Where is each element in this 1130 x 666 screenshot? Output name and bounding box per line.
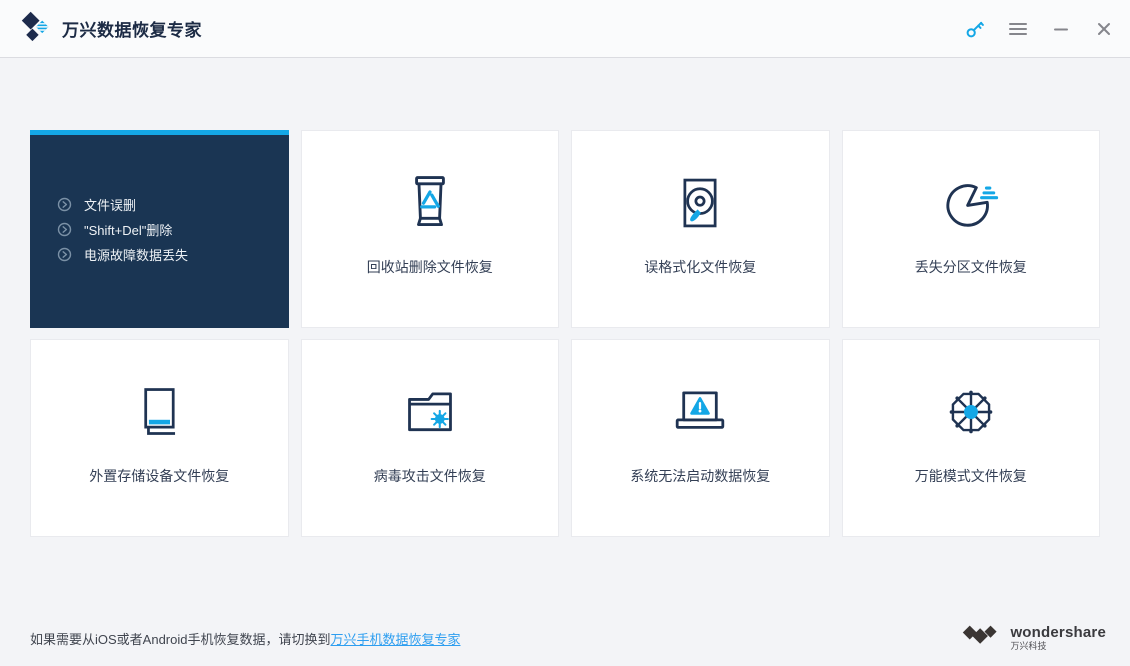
minimize-icon[interactable] (1051, 19, 1071, 39)
footer: 如果需要从iOS或者Android手机恢复数据，请切换到万兴手机数据恢复专家 w… (30, 623, 1106, 654)
mode-card-recycle-bin[interactable]: 回收站删除文件恢复 (300, 130, 559, 328)
circle-arrow-icon (57, 222, 72, 237)
titlebar: 万兴数据恢复专家 (0, 0, 1130, 58)
recycle-bin-icon (407, 169, 453, 237)
circle-arrow-icon (57, 197, 72, 212)
mode-card-lost-partition[interactable]: 丢失分区文件恢复 (841, 130, 1100, 328)
close-icon[interactable] (1094, 19, 1114, 39)
scenario-item-label: 电源故障数据丢失 (84, 247, 189, 263)
circle-arrow-icon (57, 247, 72, 262)
scenario-item-label: "Shift+Del"删除 (84, 222, 173, 238)
scenario-item: "Shift+Del"删除 (57, 217, 289, 242)
mode-card-label: 系统无法启动数据恢复 (630, 468, 771, 484)
main-content: 文件误删 "Shift+Del"删除 电源故障数据丢失 回收站删除文件恢复 误格… (0, 58, 1130, 537)
mode-card-label: 回收站删除文件恢复 (366, 259, 493, 275)
mode-card-formatted-disk[interactable]: 误格式化文件恢复 (571, 130, 830, 328)
menu-icon[interactable] (1008, 19, 1028, 39)
app-title: 万兴数据恢复专家 (62, 21, 202, 40)
wondershare-brand: wondershare 万兴科技 (960, 623, 1106, 654)
footer-note: 如果需要从iOS或者Android手机恢复数据，请切换到万兴手机数据恢复专家 (30, 629, 461, 648)
mode-card-virus-attack[interactable]: 病毒攻击文件恢复 (300, 339, 559, 537)
scenario-item: 电源故障数据丢失 (57, 242, 289, 267)
hard-disk-icon (678, 169, 722, 237)
mode-card-label: 万能模式文件恢复 (914, 468, 1027, 484)
mode-card-label: 丢失分区文件恢复 (914, 259, 1027, 275)
footer-text: 如果需要从iOS或者Android手机恢复数据，请切换到 (30, 632, 331, 647)
scenario-item: 文件误删 (57, 192, 289, 217)
brand-sub: 万兴科技 (1010, 641, 1047, 652)
external-drive-icon (137, 378, 181, 446)
recovery-mode-grid: 文件误删 "Shift+Del"删除 电源故障数据丢失 回收站删除文件恢复 误格… (30, 130, 1100, 537)
titlebar-actions (965, 19, 1114, 39)
phone-recovery-link[interactable]: 万兴手机数据恢复专家 (330, 632, 460, 647)
pie-partition-icon (943, 169, 999, 237)
mode-card-external-storage[interactable]: 外置存储设备文件恢复 (30, 339, 289, 537)
scenario-list: 文件误删 "Shift+Del"删除 电源故障数据丢失 (57, 192, 289, 267)
accent-bar (30, 130, 289, 135)
folder-virus-icon (403, 378, 457, 446)
mode-card-all-around[interactable]: 万能模式文件恢复 (841, 339, 1100, 537)
mode-card-label: 误格式化文件恢复 (644, 259, 757, 275)
wheel-icon (944, 378, 998, 446)
scenario-item-label: 文件误删 (84, 197, 137, 213)
brand-name: wondershare (1010, 623, 1106, 641)
app-logo-icon (20, 10, 52, 47)
wondershare-brand-text: wondershare 万兴科技 (1010, 623, 1106, 652)
wondershare-logo-icon (960, 623, 1002, 654)
mode-card-label: 病毒攻击文件恢复 (373, 468, 486, 484)
scenario-card[interactable]: 文件误删 "Shift+Del"删除 电源故障数据丢失 (30, 130, 289, 328)
app-brand: 万兴数据恢复专家 (20, 10, 202, 47)
mode-card-system-crash[interactable]: 系统无法启动数据恢复 (571, 339, 830, 537)
laptop-warning-icon (673, 378, 727, 446)
key-icon[interactable] (965, 19, 985, 39)
mode-card-label: 外置存储设备文件恢复 (89, 468, 230, 484)
